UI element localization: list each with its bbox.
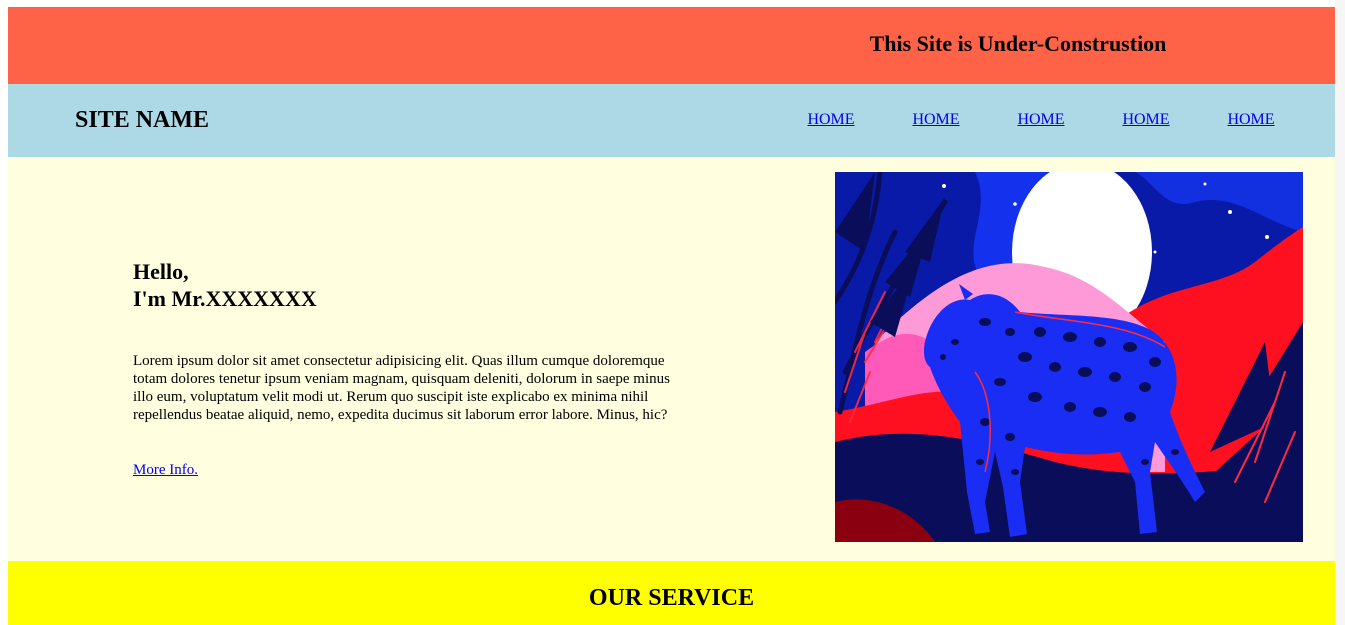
hero-bio: Lorem ipsum dolor sit amet consectetur a… xyxy=(133,353,670,423)
scrollbar[interactable] xyxy=(1335,0,1345,625)
hero-greeting: Hello, I'm Mr.XXXXXXX xyxy=(133,258,317,312)
nav-link-home-5[interactable]: HOME xyxy=(1216,110,1286,129)
leopard-illustration xyxy=(835,172,1303,542)
nav-link-home-4[interactable]: HOME xyxy=(1111,110,1181,129)
hero-section: Hello, I'm Mr.XXXXXXX Lorem ipsum dolor … xyxy=(8,157,1335,561)
nav-link-home-1[interactable]: HOME xyxy=(796,110,866,129)
greeting-line-hello: Hello, xyxy=(133,259,189,284)
greeting-line-name: I'm Mr.XXXXXXX xyxy=(133,286,317,311)
service-title: OUR SERVICE xyxy=(588,585,755,611)
site-name: SITE NAME xyxy=(75,107,210,133)
construction-banner: This Site is Under-Construstion xyxy=(8,7,1335,84)
construction-notice: This Site is Under-Construstion xyxy=(869,31,1167,56)
nav-link-home-2[interactable]: HOME xyxy=(901,110,971,129)
service-section: OUR SERVICE xyxy=(8,561,1335,625)
navbar: SITE NAME HOME HOME HOME HOME HOME xyxy=(8,84,1335,157)
nav-link-home-3[interactable]: HOME xyxy=(1006,110,1076,129)
more-info-link[interactable]: More Info. xyxy=(133,461,198,479)
